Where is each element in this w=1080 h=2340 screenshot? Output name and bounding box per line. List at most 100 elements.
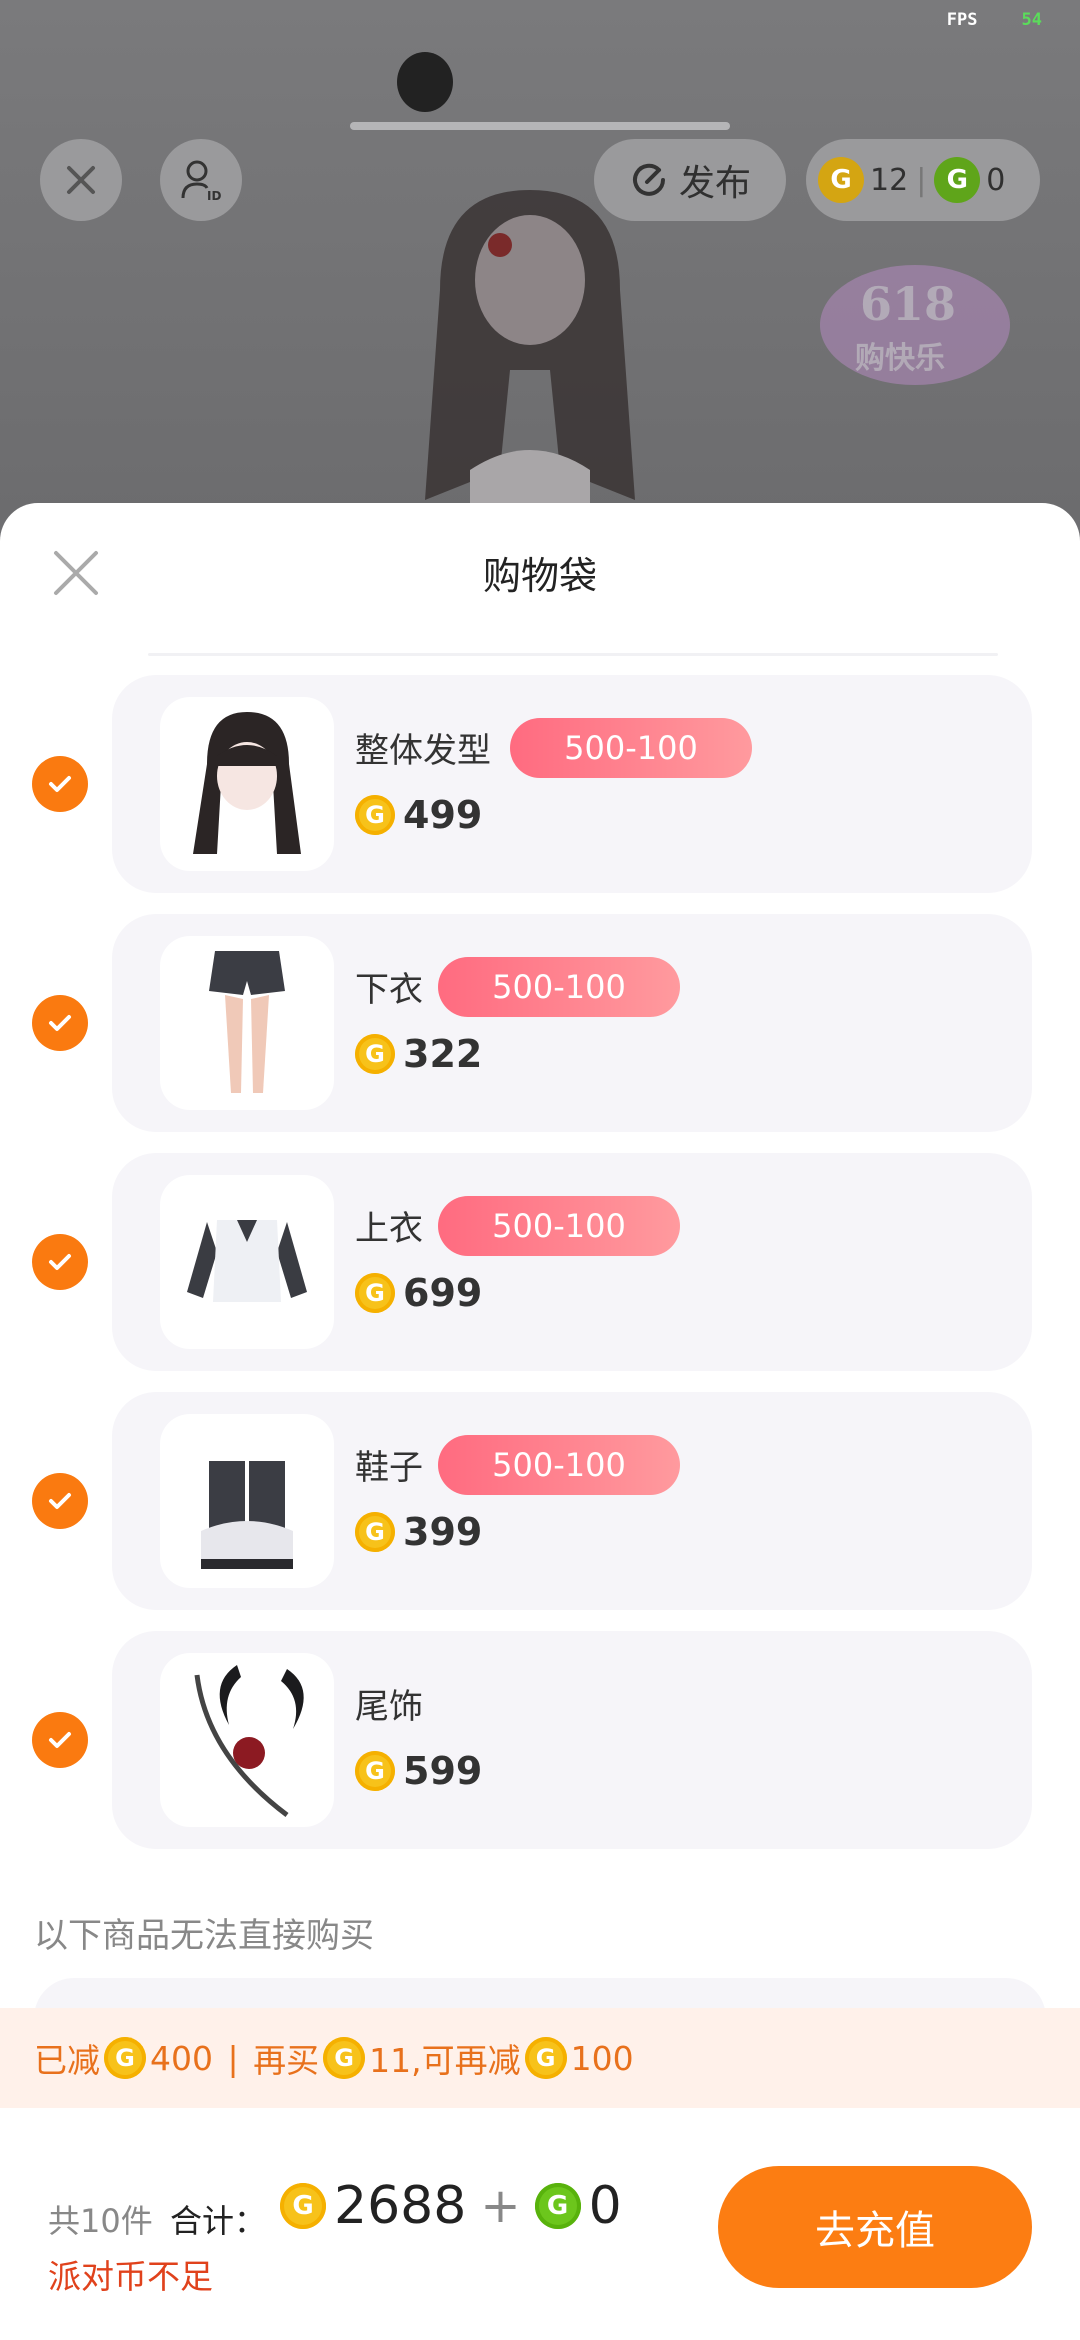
check-icon <box>49 1493 71 1509</box>
gold-coin-icon: G <box>524 2037 567 2079</box>
sheet-title: 购物袋 <box>482 554 597 598</box>
buy-more-prefix: 再买 <box>253 2041 320 2080</box>
item-price: G 599 <box>355 1749 482 1793</box>
price-value: 399 <box>403 1510 483 1554</box>
gold-coin-icon: G <box>280 2183 326 2229</box>
item-name: 尾饰 <box>355 1687 423 1727</box>
item-thumbnail <box>160 936 334 1110</box>
user-id-icon: ID <box>181 160 221 202</box>
green-coin-icon: G <box>934 157 981 203</box>
close-icon <box>67 166 95 194</box>
discount-info-bar: 已减 G 400 | 再买 G 11,可再减 G 100 <box>0 2008 1080 2108</box>
list-divider <box>148 653 998 656</box>
price-value: 499 <box>403 793 483 837</box>
buy-more-amount: 11,可再减 <box>369 2041 521 2080</box>
publish-button[interactable]: 发布 <box>594 139 786 221</box>
plus-sign: + <box>480 2178 521 2234</box>
floating-hair-icon <box>397 52 453 112</box>
green-total: 0 <box>588 2176 622 2236</box>
green-balance: 0 <box>986 162 1006 198</box>
hair-item-image <box>193 712 301 854</box>
close-scene-button[interactable] <box>40 139 122 221</box>
item-card[interactable]: 上衣 500-100 G 699 <box>112 1153 1032 1371</box>
promo-tag: 500-100 <box>438 1435 680 1495</box>
promo-tag: 500-100 <box>438 1196 680 1256</box>
checkout-footer: 共10件 合计： G 2688 + G 0 派对币不足 去充值 <box>0 2108 1080 2340</box>
item-name: 上衣 <box>355 1209 423 1249</box>
cart-item[interactable]: 尾饰 G 599 <box>0 1631 1080 1849</box>
svg-text:618: 618 <box>860 277 956 331</box>
gold-coin-icon: G <box>104 2037 146 2079</box>
item-card[interactable]: 整体发型 500-100 G 499 <box>112 675 1032 893</box>
gold-coin-icon: G <box>355 1512 395 1552</box>
cart-item[interactable]: 鞋子 500-100 G 399 <box>0 1392 1080 1610</box>
top-item-image <box>187 1220 307 1302</box>
item-thumbnail <box>160 1653 334 1827</box>
item-card[interactable]: 鞋子 500-100 G 399 <box>112 1392 1032 1610</box>
shopping-bag-sheet: 购物袋 整体发型 500-100 G 499 下衣 500-100 G 322 … <box>0 503 1080 2340</box>
item-checkbox[interactable] <box>32 1234 88 1290</box>
item-thumbnail <box>160 1414 334 1588</box>
item-thumbnail <box>160 1175 334 1349</box>
gold-coin-icon: G <box>355 795 395 835</box>
user-id-button[interactable]: ID <box>160 139 242 221</box>
gold-coin-icon: G <box>818 157 864 203</box>
avatar-scene: FPS 54 ID 发布 G 12 | G 0 618 购快乐 <box>0 0 1080 520</box>
cart-item[interactable]: 上衣 500-100 G 699 <box>0 1153 1080 1371</box>
check-icon <box>49 1254 71 1270</box>
item-checkbox[interactable] <box>32 756 88 812</box>
fps-value: 54 <box>1021 10 1042 30</box>
svg-text:购快乐: 购快乐 <box>855 341 945 376</box>
cart-item[interactable]: 下衣 500-100 G 322 <box>0 914 1080 1132</box>
insufficient-balance-warning: 派对币不足 <box>48 2257 213 2296</box>
unavailable-section-label: 以下商品无法直接购买 <box>34 1916 374 1956</box>
discount-separator: | <box>217 2038 250 2078</box>
item-card[interactable]: 下衣 500-100 G 322 <box>112 914 1032 1132</box>
item-checkbox[interactable] <box>32 1473 88 1529</box>
gold-coin-icon: G <box>355 1273 395 1313</box>
item-thumbnail <box>160 697 334 871</box>
fps-counter: FPS 54 <box>947 10 1042 30</box>
item-price: G 399 <box>355 1510 482 1554</box>
total-amount: G 2688 + G 0 <box>280 2176 622 2236</box>
cart-item[interactable]: 整体发型 500-100 G 499 <box>0 675 1080 893</box>
avatar-character-image <box>425 190 635 520</box>
publish-icon <box>633 163 665 196</box>
check-icon <box>49 1015 71 1031</box>
reduced-prefix: 已减 <box>34 2041 100 2080</box>
price-value: 599 <box>403 1749 483 1793</box>
reduced-amount: 400 <box>150 2038 213 2078</box>
item-count: 共10件 <box>48 2202 153 2240</box>
promo-618-badge[interactable]: 618 购快乐 <box>800 250 1030 400</box>
gold-total: 2688 <box>334 2176 467 2236</box>
gold-coin-icon: G <box>355 1034 395 1074</box>
price-value: 699 <box>403 1271 483 1315</box>
promo-tag: 500-100 <box>438 957 680 1017</box>
item-name: 鞋子 <box>355 1448 423 1488</box>
item-card[interactable]: 尾饰 G 599 <box>112 1631 1032 1849</box>
item-checkbox[interactable] <box>32 1712 88 1768</box>
item-name: 整体发型 <box>355 731 491 771</box>
horns-item-image <box>194 1665 304 1817</box>
gold-coin-icon: G <box>355 1751 395 1791</box>
fps-label: FPS <box>946 10 978 30</box>
item-price: G 499 <box>355 793 482 837</box>
green-coin-icon: G <box>534 2183 581 2229</box>
item-price: G 699 <box>355 1271 482 1315</box>
wallet-balance[interactable]: G 12 | G 0 <box>806 139 1040 221</box>
svg-text:ID: ID <box>207 189 221 202</box>
price-value: 322 <box>403 1032 483 1076</box>
item-checkbox[interactable] <box>32 995 88 1051</box>
total-label: 合计： <box>170 2202 267 2240</box>
item-name: 下衣 <box>355 970 423 1010</box>
recharge-button[interactable]: 去充值 <box>718 2166 1032 2288</box>
bottoms-item-image <box>209 951 285 1093</box>
check-icon <box>49 1732 71 1748</box>
drag-handle[interactable] <box>350 122 730 130</box>
shoes-item-image <box>201 1461 293 1569</box>
promo-tag: 500-100 <box>510 718 752 778</box>
wallet-divider: | <box>916 162 927 198</box>
gold-balance: 12 <box>870 162 909 198</box>
gold-coin-icon: G <box>323 2037 366 2079</box>
item-price: G 322 <box>355 1032 482 1076</box>
